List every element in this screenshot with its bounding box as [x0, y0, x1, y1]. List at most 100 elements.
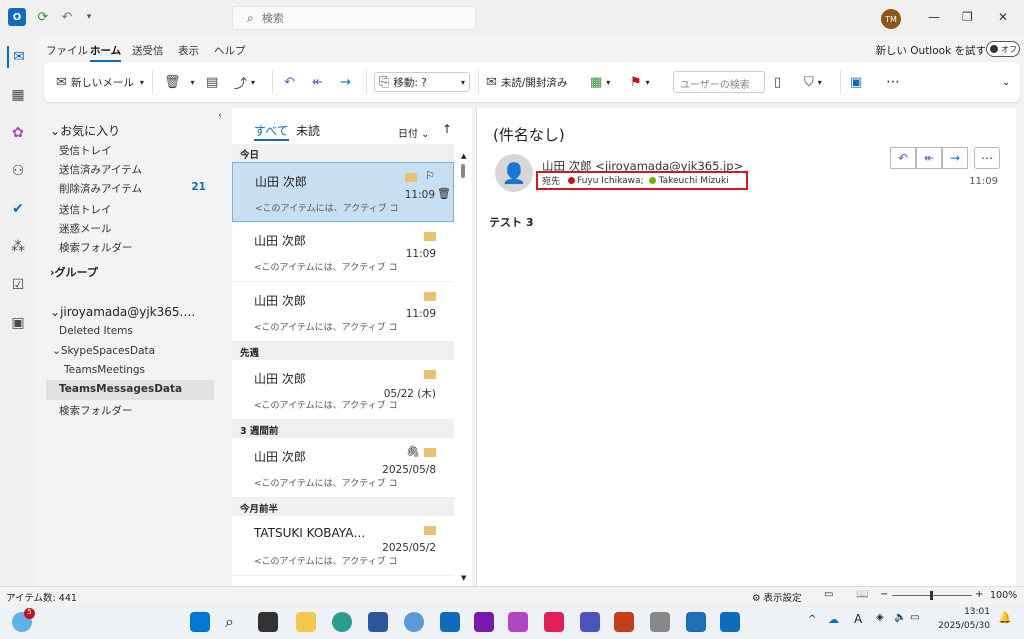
folder-deleted[interactable]: 削除済みアイテム: [59, 181, 142, 196]
folder-search-2[interactable]: 検索フォルダー: [59, 403, 133, 418]
snipping-icon[interactable]: [650, 612, 670, 632]
menu-send-receive[interactable]: 送受信: [132, 43, 164, 58]
collapse-pane-icon[interactable]: ‹: [218, 110, 222, 121]
calendar-icon[interactable]: ▦: [7, 84, 29, 106]
todo-icon[interactable]: ✔: [7, 198, 29, 220]
flag-outline-icon[interactable]: ⚐: [425, 169, 435, 182]
forward-button[interactable]: →: [340, 72, 355, 92]
new-outlook-toggle[interactable]: オフ: [986, 41, 1020, 57]
task-view-icon[interactable]: [258, 612, 278, 632]
list-scrollbar[interactable]: ▲ ▼: [458, 152, 468, 582]
undo-icon[interactable]: ↶: [58, 8, 76, 26]
tray-chevron-icon[interactable]: ^: [808, 614, 816, 625]
edge-icon[interactable]: [332, 612, 352, 632]
group-header-last-week[interactable]: 先週: [232, 342, 454, 360]
app-icon-2[interactable]: [686, 612, 706, 632]
slack-icon[interactable]: [544, 612, 564, 632]
folder-junk[interactable]: 迷惑メール: [59, 221, 112, 236]
m365-icon[interactable]: [508, 612, 528, 632]
reply-all-button[interactable]: ↞: [312, 72, 327, 92]
delete-button[interactable]: 🗑 ▾: [164, 72, 195, 92]
favorites-header[interactable]: ⌄お気に入り: [50, 122, 120, 139]
reply-button[interactable]: ↶: [284, 72, 299, 92]
more-options-button[interactable]: ⋯: [886, 72, 900, 92]
store-icon[interactable]: [368, 612, 388, 632]
group-header-3-weeks[interactable]: 3 週間前: [232, 420, 454, 438]
groups-header[interactable]: ›グループ: [50, 264, 98, 280]
list-item[interactable]: 山田 次郎 11:09 <このアイテムには、アクティブ コ: [232, 282, 454, 342]
menu-home[interactable]: ホーム: [90, 43, 122, 62]
zoom-slider[interactable]: [892, 591, 972, 600]
people-icon[interactable]: ⚇: [7, 160, 29, 182]
reply-icon[interactable]: ↶: [890, 147, 916, 169]
menu-file[interactable]: ファイル: [46, 43, 88, 58]
folder-sent[interactable]: 送信済みアイテム: [59, 162, 142, 177]
view-settings-button[interactable]: ⚙ 表示設定: [752, 590, 802, 604]
list-item[interactable]: 山田 次郎 ⚐ 11:09 🗑 <このアイテムには、アクティブ コ: [232, 162, 454, 222]
sort-dropdown[interactable]: 日付 ⌄: [398, 125, 430, 140]
powerpoint-icon[interactable]: [614, 612, 634, 632]
folder-skype-spaces[interactable]: ⌄SkypeSpacesData: [52, 345, 155, 357]
reply-all-icon[interactable]: ↞: [916, 147, 942, 169]
more-actions-button[interactable]: ⋯: [974, 147, 1000, 169]
flag-button[interactable]: ⚑ ▾: [630, 72, 650, 92]
apps-button[interactable]: ▣: [850, 72, 866, 92]
battery-icon[interactable]: ▭: [910, 612, 919, 623]
menu-view[interactable]: 表示: [178, 43, 199, 58]
categorize-button[interactable]: ▦ ▾: [590, 72, 610, 92]
normal-view-icon[interactable]: ▭: [824, 589, 833, 600]
list-item[interactable]: 山田 次郎 11:09 <このアイテムには、アクティブ コ: [232, 222, 454, 282]
wifi-icon[interactable]: ◈: [876, 612, 884, 623]
zoom-out-icon[interactable]: −: [880, 589, 888, 600]
taskbar-search-icon[interactable]: ⌕: [225, 612, 245, 632]
list-item[interactable]: TATSUKI KOBAYA… 2025/05/2 <このアイテムには、アクティ…: [232, 516, 454, 576]
app-icon[interactable]: [404, 612, 424, 632]
folder-search[interactable]: 検索フォルダー: [59, 240, 133, 255]
tab-all[interactable]: すべて: [254, 122, 289, 141]
archive-button[interactable]: ▤: [206, 72, 222, 92]
folder-inbox[interactable]: 受信トレイ: [59, 143, 112, 158]
mail-icon[interactable]: ✉: [7, 46, 29, 68]
ime-icon[interactable]: A: [854, 612, 862, 626]
sort-direction-icon[interactable]: ↑: [442, 122, 452, 136]
notifications-icon[interactable]: 🔔: [998, 611, 1012, 624]
apps-icon[interactable]: ▣: [7, 312, 29, 334]
file-explorer-icon[interactable]: [296, 612, 316, 632]
org-icon[interactable]: ⁂: [7, 236, 29, 258]
tab-unread[interactable]: 未読: [296, 122, 320, 139]
list-item[interactable]: 山田 次郎 05/22 (木) <このアイテムには、アクティブ コ: [232, 360, 454, 420]
zoom-in-icon[interactable]: +: [975, 589, 983, 600]
filter-button[interactable]: ⛉ ▾: [804, 72, 822, 92]
start-icon[interactable]: [190, 612, 210, 632]
user-avatar[interactable]: TM: [881, 9, 901, 29]
read-unread-button[interactable]: ✉ 未読/開封済み: [486, 72, 567, 92]
quick-access-dropdown-icon[interactable]: ▾: [80, 8, 98, 26]
recipient-fuyu[interactable]: Fuyu Ichikawa;: [577, 176, 644, 186]
menu-help[interactable]: ヘルプ: [214, 43, 246, 58]
address-book-button[interactable]: ▯: [774, 72, 785, 92]
ribbon-expand-icon[interactable]: ⌄: [1002, 72, 1010, 92]
onedrive-icon[interactable]: ☁: [828, 613, 839, 626]
teams-icon[interactable]: [580, 612, 600, 632]
sync-icon[interactable]: ⟳: [34, 8, 52, 26]
volume-icon[interactable]: 🔈: [894, 612, 906, 623]
restore-button[interactable]: ❐: [962, 10, 973, 24]
forward-icon[interactable]: →: [942, 147, 968, 169]
tasks-icon[interactable]: ☑: [7, 274, 29, 296]
recipient-takeuchi[interactable]: Takeuchi Mizuki: [659, 176, 729, 186]
folder-teams-meetings[interactable]: TeamsMeetings: [64, 364, 145, 376]
list-item[interactable]: 山田 次郎 🖇 2025/05/8 <このアイテムには、アクティブ コ: [232, 438, 454, 498]
account-header[interactable]: ⌄jiroyamada@yjk365.…: [50, 305, 195, 319]
copilot-icon[interactable]: ✿: [7, 122, 29, 144]
onenote-icon[interactable]: [474, 612, 494, 632]
close-button[interactable]: ✕: [998, 10, 1008, 24]
clock-time[interactable]: 13:01: [940, 607, 990, 617]
move-dropdown[interactable]: ⎘ 移動: ? ▾: [374, 72, 470, 92]
reading-view-icon[interactable]: 📖: [856, 589, 868, 600]
group-header-today[interactable]: 今日: [232, 144, 454, 162]
outlook-active-icon[interactable]: [720, 612, 740, 632]
move-to-button[interactable]: ⤴ ▾: [234, 72, 255, 92]
outlook-taskbar-icon[interactable]: [440, 612, 460, 632]
user-search-input[interactable]: ユーザーの検索: [673, 71, 765, 93]
clock-date[interactable]: 2025/05/30: [930, 621, 990, 631]
